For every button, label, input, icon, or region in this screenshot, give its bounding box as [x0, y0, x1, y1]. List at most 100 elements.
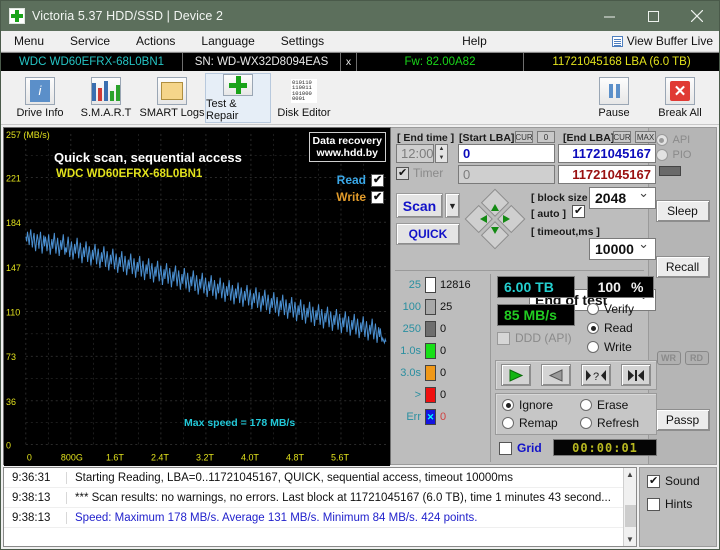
view-buffer-live-button[interactable]: View Buffer Live: [611, 34, 719, 48]
scan-dropdown-arrow[interactable]: ▼: [445, 193, 460, 218]
mode-write[interactable]: Write: [587, 340, 632, 354]
scan-graph[interactable]: 257 (MB/s) 221 184 147 110 73 36 0 0 800G 1.6T 2.4T…: [3, 127, 391, 467]
svg-text:?: ?: [593, 371, 599, 382]
legend-swatch: [425, 343, 436, 359]
menu-item-help[interactable]: Help: [449, 31, 500, 51]
window-buttons: [587, 1, 719, 31]
toolbar-pause[interactable]: Pause: [581, 73, 647, 123]
ignore-radio[interactable]: [502, 399, 514, 411]
menu-item-menu[interactable]: Menu: [1, 31, 57, 51]
end-lba-field[interactable]: 11721045167: [558, 144, 656, 163]
main-area: 257 (MB/s) 221 184 147 110 73 36 0 0 800G 1.6T 2.4T…: [1, 125, 719, 467]
spin-up-icon[interactable]: ▲: [436, 145, 447, 154]
grid-toggle[interactable]: Grid: [499, 441, 542, 455]
start-lba-field[interactable]: 0: [458, 144, 555, 163]
toolbar-disk-editor[interactable]: 010110 110011 101000 0001 Disk Editor: [271, 73, 337, 123]
seek-query-icon[interactable]: ?: [581, 364, 611, 386]
hints-toggle[interactable]: Hints: [647, 497, 716, 511]
toolbar-break-all[interactable]: ✕ Break All: [647, 73, 713, 123]
pio-option[interactable]: PIO: [655, 149, 710, 161]
drive-close-icon[interactable]: x: [341, 52, 357, 72]
close-button[interactable]: [675, 1, 719, 31]
end-lba-max-button[interactable]: MAX: [635, 131, 656, 143]
remap-radio[interactable]: [502, 417, 514, 429]
scroll-down-icon[interactable]: ▼: [626, 533, 634, 546]
reverse-icon[interactable]: [541, 364, 571, 386]
auto-checkbox[interactable]: [572, 204, 585, 218]
read-toggle[interactable]: Read: [337, 173, 384, 187]
menu-item-settings[interactable]: Settings: [268, 31, 337, 51]
play-icon[interactable]: [501, 364, 531, 386]
speed-display: 85 MB/s: [497, 304, 575, 326]
log-time: 9:38:13: [12, 511, 51, 524]
api-label: API: [672, 134, 691, 146]
scroll-thumb[interactable]: [624, 505, 636, 527]
start-lba-zero-button[interactable]: 0: [537, 131, 555, 143]
legend-swatch: [425, 299, 436, 315]
sound-checkbox[interactable]: [647, 474, 660, 488]
write-checkbox[interactable]: [371, 190, 384, 204]
end-lba-cur-button[interactable]: CUR: [613, 131, 631, 143]
toolbar-smart[interactable]: S.M.A.R.T: [73, 73, 139, 123]
spin-down-icon[interactable]: ▼: [436, 154, 447, 163]
scroll-up-icon[interactable]: ▲: [626, 468, 634, 481]
toolbar-test-repair[interactable]: Test & Repair: [205, 72, 271, 123]
timer-checkbox[interactable]: [396, 166, 409, 180]
menu-item-language[interactable]: Language: [188, 31, 267, 51]
write-radio[interactable]: [587, 341, 599, 353]
legend-row: 1.0s 0: [395, 340, 487, 362]
ddd-checkbox[interactable]: [497, 331, 510, 345]
wr-rd-indicators: WR RD: [656, 351, 709, 365]
end-time-field[interactable]: 12:00: [396, 144, 434, 163]
sleep-button[interactable]: Sleep: [655, 200, 710, 222]
mode-read[interactable]: Read: [587, 321, 633, 335]
timer-toggle[interactable]: Timer: [396, 166, 443, 180]
menu-item-actions[interactable]: Actions: [123, 31, 188, 51]
mode-verify[interactable]: Verify: [587, 302, 634, 316]
action-refresh[interactable]: Refresh: [580, 416, 639, 430]
timeout-select[interactable]: 10000: [589, 236, 656, 260]
log-scrollbar[interactable]: ▲ ▼: [623, 468, 636, 546]
read-checkbox[interactable]: [371, 173, 384, 187]
sound-toggle[interactable]: Sound: [647, 474, 716, 488]
toolbar-drive-info[interactable]: i Drive Info: [7, 73, 73, 123]
start-lba-cur-button[interactable]: CUR: [515, 131, 533, 143]
graph-subtitle: WDC WD60EFRX-68L0BN1: [56, 168, 203, 180]
legend-threshold: 100: [402, 301, 421, 313]
start-lba-label: [Start LBA]: [459, 132, 515, 144]
scan-button[interactable]: Scan: [396, 193, 443, 218]
quick-button[interactable]: QUICK: [396, 223, 460, 245]
action-ignore[interactable]: Ignore: [502, 398, 553, 412]
maximize-button[interactable]: [631, 1, 675, 31]
sound-label: Sound: [665, 474, 700, 488]
seek-end-icon[interactable]: [621, 364, 651, 386]
log-list[interactable]: 9:36:31 Starting Reading, LBA=0..1172104…: [3, 467, 637, 547]
toolbar-disk-editor-label: Disk Editor: [277, 106, 331, 119]
recall-button[interactable]: Recall: [655, 256, 710, 278]
menu-item-service[interactable]: Service: [57, 31, 123, 51]
log-row: 9:36:31 Starting Reading, LBA=0..1172104…: [4, 468, 636, 488]
action-remap[interactable]: Remap: [502, 416, 558, 430]
end-time-spinner[interactable]: ▲ ▼: [435, 144, 448, 163]
verify-radio[interactable]: [587, 303, 599, 315]
erase-radio[interactable]: [580, 399, 592, 411]
pio-radio[interactable]: [655, 149, 668, 161]
badge-line-1: Data recovery: [312, 135, 382, 147]
legend-count: 12816: [440, 279, 471, 291]
hints-checkbox[interactable]: [647, 497, 660, 511]
api-radio[interactable]: [655, 134, 668, 146]
refresh-radio[interactable]: [580, 417, 592, 429]
minimize-button[interactable]: [587, 1, 631, 31]
action-erase[interactable]: Erase: [580, 398, 628, 412]
write-toggle[interactable]: Write: [336, 190, 384, 204]
passport-button[interactable]: Passp: [655, 409, 710, 431]
block-size-select[interactable]: 2048: [589, 185, 656, 209]
toolbar-smart-logs[interactable]: SMART Logs: [139, 73, 205, 123]
auto-label: [ auto ]: [531, 208, 566, 220]
navigation-dpad[interactable]: [464, 188, 526, 250]
grid-checkbox[interactable]: [499, 441, 512, 455]
read-radio[interactable]: [587, 322, 599, 334]
api-option[interactable]: API: [655, 134, 710, 146]
ddd-api-toggle[interactable]: DDD (API): [497, 331, 572, 345]
svg-text:73: 73: [6, 352, 16, 362]
